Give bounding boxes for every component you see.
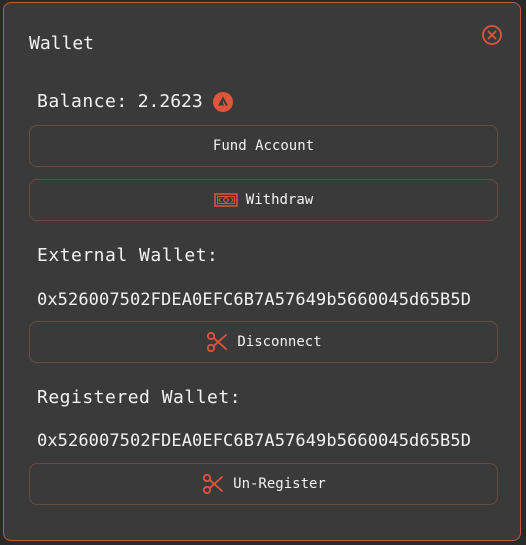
balance-value: 2.2623	[137, 91, 203, 112]
scissors-icon	[201, 472, 225, 496]
unregister-button[interactable]: Un-Register	[29, 463, 498, 505]
dialog-title: Wallet	[29, 33, 95, 54]
withdraw-label: Withdraw	[245, 192, 314, 208]
balance-label: Balance:	[37, 91, 128, 112]
scissors-icon	[205, 330, 229, 354]
fund-account-button[interactable]: Fund Account	[29, 125, 498, 167]
close-circle-icon	[482, 25, 502, 45]
registered-wallet-label: Registered Wallet:	[37, 387, 242, 408]
disconnect-label: Disconnect	[237, 334, 322, 350]
disconnect-button[interactable]: Disconnect	[29, 321, 498, 363]
unregister-label: Un-Register	[233, 476, 326, 492]
external-wallet-label: External Wallet:	[37, 245, 219, 266]
wallet-dialog: Wallet Balance: 2.2623 Fund Account With…	[3, 2, 521, 541]
withdraw-button[interactable]: Withdraw	[29, 179, 498, 221]
cash-icon	[214, 192, 238, 208]
close-button[interactable]	[481, 24, 503, 46]
registered-wallet-address: 0x526007502FDEA0EFC6B7A57649b5660045d65B…	[37, 431, 472, 451]
fund-account-label: Fund Account	[212, 138, 315, 154]
avalanche-icon	[212, 91, 233, 112]
external-wallet-address: 0x526007502FDEA0EFC6B7A57649b5660045d65B…	[37, 290, 472, 310]
balance-row: Balance: 2.2623	[37, 91, 233, 112]
